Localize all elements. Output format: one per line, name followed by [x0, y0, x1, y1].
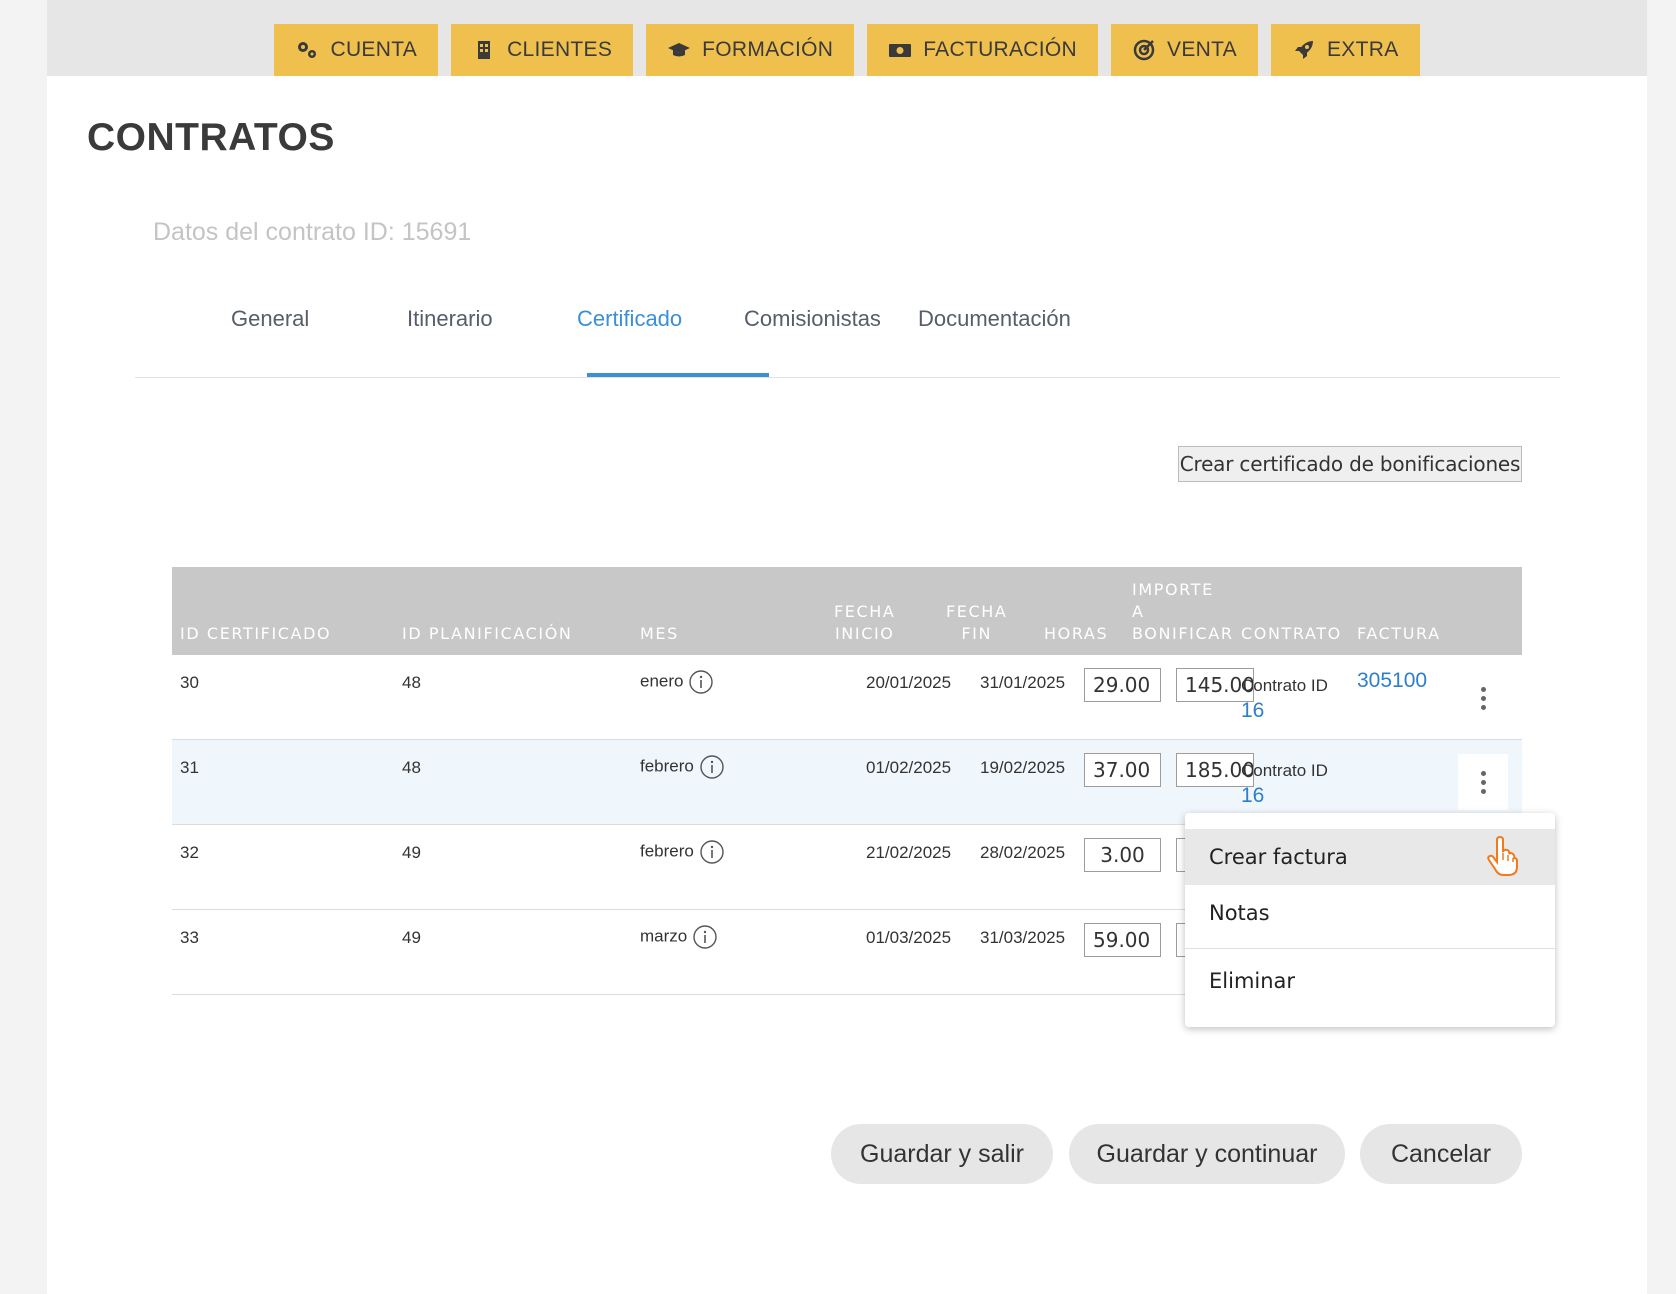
cell-mes-text: marzo	[640, 926, 688, 946]
cell-id-certificado: 33	[180, 928, 199, 947]
contrato-label: Contrato ID	[1241, 761, 1328, 780]
header-importe-line1: IMPORTE	[1132, 580, 1214, 599]
cell-mes: enero	[640, 670, 714, 694]
cell-id-certificado: 30	[180, 673, 199, 692]
cell-fecha-inicio: 20/01/2025	[866, 673, 952, 692]
horas-input[interactable]: 3.00	[1084, 838, 1161, 872]
menu-item-notas[interactable]: Notas	[1185, 885, 1555, 941]
nav-extra[interactable]: EXTRA	[1270, 24, 1420, 76]
info-icon[interactable]	[700, 840, 724, 864]
horas-input[interactable]: 59.00	[1084, 923, 1161, 957]
page-container: CUENTA CLIENTES FORMACIÓN FACTURACIÓN VE…	[47, 0, 1647, 1294]
cell-mes-text: febrero	[640, 841, 694, 861]
menu-item-eliminar[interactable]: Eliminar	[1185, 953, 1555, 1009]
cell-fecha-fin: 31/03/2025	[980, 928, 1066, 947]
header-fecha-inicio-line1: FECHA	[834, 602, 896, 621]
top-navigation-bar: CUENTA CLIENTES FORMACIÓN FACTURACIÓN VE…	[47, 0, 1647, 76]
cell-fecha-fin: 31/01/2025	[980, 673, 1066, 692]
cancel-button[interactable]: Cancelar	[1360, 1124, 1522, 1184]
nav-clientes-label: CLIENTES	[507, 38, 613, 61]
header-fecha-fin-line1: FECHA	[946, 602, 1008, 621]
page-title: CONTRATOS	[87, 116, 335, 159]
header-fecha-fin-line2: FIN	[961, 624, 993, 643]
header-id-certificado: ID CERTIFICADO	[180, 624, 332, 643]
tab-general[interactable]: General	[231, 306, 309, 332]
tabs-bar: General Itinerario Certificado Comisioni…	[135, 300, 1560, 378]
table-row: 30 48 enero 20/01/2025 31/01/2025 29.00 …	[172, 655, 1522, 740]
horas-input[interactable]: 29.00	[1084, 668, 1161, 702]
horas-input[interactable]: 37.00	[1084, 753, 1161, 787]
cell-mes: febrero	[640, 755, 724, 779]
cell-id-planificacion: 48	[402, 758, 421, 777]
cell-mes-text: enero	[640, 671, 684, 691]
tab-certificado[interactable]: Certificado	[577, 306, 682, 332]
gears-icon	[298, 42, 317, 58]
header-fecha-inicio: FECHA INICIO	[834, 601, 895, 645]
cell-contrato: Contrato ID 16	[1241, 758, 1328, 808]
header-horas: HORAS	[1044, 624, 1109, 643]
table-header: ID CERTIFICADO ID PLANIFICACIÓN MES FECH…	[172, 567, 1522, 655]
nav-facturacion[interactable]: FACTURACIÓN	[867, 24, 1099, 76]
header-importe-line3: BONIFICAR	[1132, 624, 1234, 643]
header-id-planificacion: ID PLANIFICACIÓN	[402, 624, 573, 643]
header-fecha-fin: FECHA FIN	[946, 601, 1007, 645]
contrato-link[interactable]: 16	[1241, 783, 1328, 808]
cell-id-certificado: 32	[180, 843, 199, 862]
save-continue-button[interactable]: Guardar y continuar	[1069, 1124, 1345, 1184]
cell-mes-text: febrero	[640, 756, 694, 776]
tab-comisionistas[interactable]: Comisionistas	[744, 306, 881, 332]
cell-fecha-inicio: 21/02/2025	[866, 843, 952, 862]
building-icon	[478, 41, 491, 59]
row-actions-button[interactable]	[1458, 754, 1508, 810]
save-exit-button[interactable]: Guardar y salir	[831, 1124, 1053, 1184]
contract-subtitle: Datos del contrato ID: 15691	[153, 218, 472, 246]
info-icon[interactable]	[693, 925, 717, 949]
hand-cursor-icon	[1487, 836, 1518, 876]
tab-itinerario[interactable]: Itinerario	[407, 306, 493, 332]
cell-fecha-inicio: 01/02/2025	[866, 758, 952, 777]
kebab-icon	[1480, 686, 1486, 710]
nav-formacion-label: FORMACIÓN	[702, 38, 834, 61]
cell-id-planificacion: 49	[402, 843, 421, 862]
nav-venta-label: VENTA	[1167, 38, 1237, 61]
info-icon[interactable]	[689, 670, 714, 694]
header-contrato: CONTRATO	[1241, 624, 1342, 643]
target-icon	[1133, 39, 1155, 61]
header-factura: FACTURA	[1357, 624, 1441, 643]
nav-formacion[interactable]: FORMACIÓN	[646, 24, 855, 76]
cell-contrato: Contrato ID 16	[1241, 673, 1328, 723]
menu-divider	[1185, 948, 1555, 949]
graduation-cap-icon	[668, 43, 691, 57]
kebab-icon	[1480, 770, 1486, 794]
contrato-label: Contrato ID	[1241, 676, 1328, 695]
factura-link[interactable]: 305100	[1357, 669, 1427, 693]
cell-id-planificacion: 49	[402, 928, 421, 947]
nav-extra-label: EXTRA	[1326, 38, 1399, 61]
active-tab-indicator	[587, 373, 769, 377]
info-icon[interactable]	[700, 755, 724, 779]
create-certificate-button[interactable]: Crear certificado de bonificaciones	[1178, 446, 1522, 482]
nav-clientes[interactable]: CLIENTES	[451, 24, 634, 76]
row-actions-button[interactable]	[1458, 673, 1508, 723]
cell-id-planificacion: 48	[402, 673, 421, 692]
cell-mes: febrero	[640, 840, 724, 864]
main-nav: CUENTA CLIENTES FORMACIÓN FACTURACIÓN VE…	[47, 24, 1647, 76]
header-fecha-inicio-line2: INICIO	[834, 624, 895, 643]
nav-facturacion-label: FACTURACIÓN	[923, 38, 1078, 61]
header-importe-line2: A	[1132, 602, 1145, 621]
nav-venta[interactable]: VENTA	[1111, 24, 1258, 76]
rocket-icon	[1294, 41, 1313, 59]
nav-cuenta-label: CUENTA	[330, 38, 418, 61]
nav-cuenta[interactable]: CUENTA	[274, 24, 439, 76]
cell-fecha-fin: 19/02/2025	[980, 758, 1066, 777]
contrato-link[interactable]: 16	[1241, 698, 1328, 723]
header-mes: MES	[640, 624, 679, 643]
cell-mes: marzo	[640, 925, 717, 949]
tab-documentacion[interactable]: Documentación	[918, 306, 1071, 332]
cell-fecha-inicio: 01/03/2025	[866, 928, 952, 947]
cell-fecha-fin: 28/02/2025	[980, 843, 1066, 862]
money-bill-icon	[889, 44, 912, 57]
header-importe: IMPORTE A BONIFICAR	[1132, 579, 1234, 645]
cell-id-certificado: 31	[180, 758, 199, 777]
